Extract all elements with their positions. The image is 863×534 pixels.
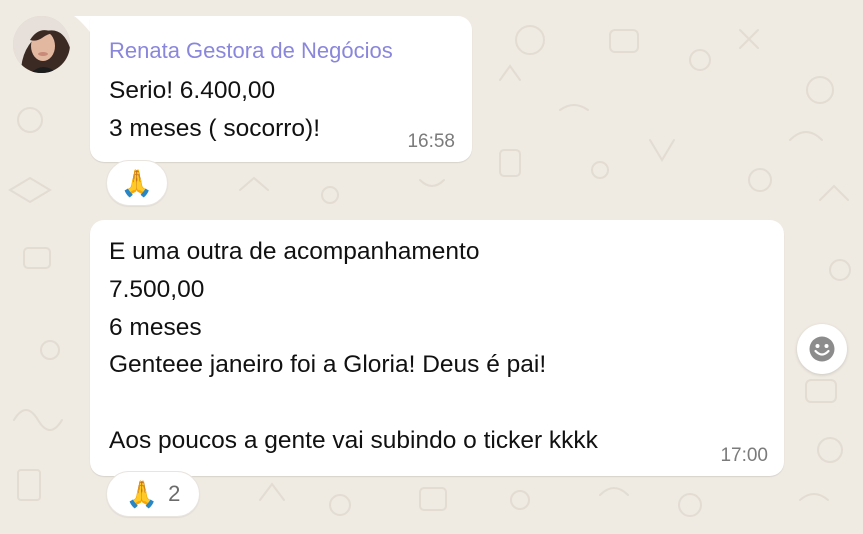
user-avatar-photo <box>13 16 70 73</box>
message-bubble[interactable]: E uma outra de acompanhamento 7.500,00 6… <box>90 220 784 476</box>
sender-name[interactable]: Renata Gestora de Negócios <box>109 38 393 64</box>
message-text: Serio! 6.400,00 3 meses ( socorro)! <box>109 77 321 142</box>
message-bubble[interactable]: Renata Gestora de Negócios Serio! 6.400,… <box>90 16 472 162</box>
message-timestamp: 17:00 <box>720 445 768 466</box>
emoji-react-button[interactable] <box>797 324 847 374</box>
folded-hands-emoji: 🙏 <box>125 479 159 509</box>
sender-avatar[interactable] <box>13 16 70 73</box>
message-reaction[interactable]: 🙏 2 <box>106 471 200 517</box>
folded-hands-emoji: 🙏 <box>120 168 154 198</box>
message-reaction[interactable]: 🙏 <box>106 160 168 206</box>
message-text: E uma outra de acompanhamento 7.500,00 6… <box>109 238 598 454</box>
message-timestamp: 16:58 <box>407 131 455 152</box>
reaction-count: 2 <box>168 481 181 506</box>
smiley-face-icon <box>809 336 835 362</box>
